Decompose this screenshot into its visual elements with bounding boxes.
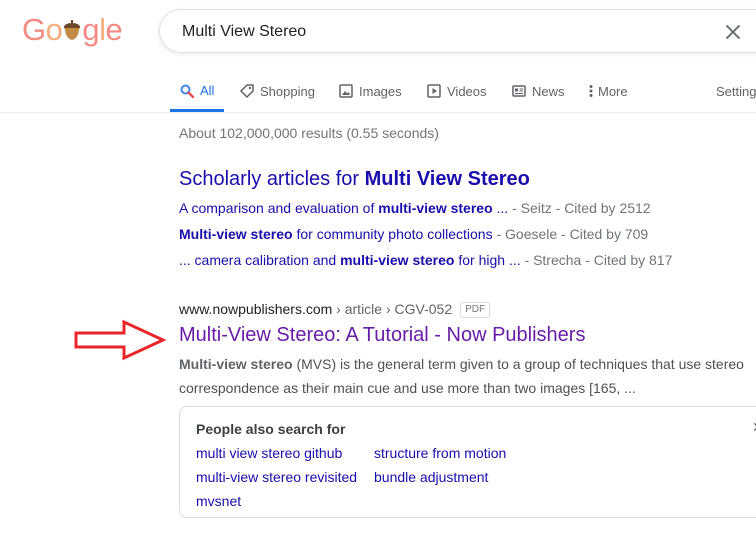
link-bold: Multi-view stereo: [179, 226, 293, 242]
people-also-search-title: People also search for: [196, 421, 346, 437]
link-text: A comparison and evaluation of: [179, 200, 379, 216]
search-input[interactable]: [180, 10, 704, 54]
tab-all[interactable]: All: [170, 72, 225, 112]
tab-label: Shopping: [260, 83, 315, 99]
red-arrow-annotation: [74, 319, 166, 361]
scholar-meta: - Strecha - Cited by 817: [520, 252, 673, 268]
result-snippet: Multi-view stereo (MVS) is the general t…: [179, 352, 749, 400]
tab-shopping[interactable]: Shopping: [240, 72, 315, 110]
related-search-link[interactable]: multi view stereo github: [196, 445, 342, 461]
news-icon: [512, 84, 526, 98]
related-search-link[interactable]: structure from motion: [374, 445, 506, 461]
snippet-bold: Multi-view stereo: [179, 356, 293, 372]
more-vert-icon: [589, 84, 593, 98]
result-domain: www.nowpublishers.com: [179, 301, 333, 317]
tab-label: Settings: [716, 83, 756, 99]
logo-letter: g: [82, 12, 100, 47]
scholar-row: A comparison and evaluation of multi-vie…: [179, 200, 651, 216]
image-icon: [339, 84, 353, 98]
scholar-title-query: Multi View Stereo: [364, 168, 530, 190]
tab-label: Images: [359, 83, 402, 99]
tab-label: More: [598, 83, 628, 99]
result-title-link[interactable]: Multi-View Stereo: A Tutorial - Now Publ…: [179, 324, 585, 347]
scholar-meta: - Seitz - Cited by 2512: [508, 200, 651, 216]
tab-news[interactable]: News: [512, 72, 565, 110]
result-stats: About 102,000,000 results (0.55 seconds): [179, 125, 439, 141]
tab-images[interactable]: Images: [339, 72, 402, 110]
link-text: ...: [492, 200, 509, 216]
related-search-link[interactable]: bundle adjustment: [374, 469, 488, 485]
related-search-link[interactable]: mvsnet: [196, 493, 241, 509]
scholar-article-link[interactable]: ... camera calibration and multi-view st…: [179, 252, 521, 268]
logo-letter: o: [45, 12, 63, 47]
scholar-article-link[interactable]: Multi-view stereo for community photo co…: [179, 226, 493, 242]
scholar-article-link[interactable]: A comparison and evaluation of multi-vie…: [179, 200, 508, 216]
clear-search-button[interactable]: [722, 21, 744, 43]
play-icon: [427, 84, 441, 98]
link-text: for community photo collections: [292, 226, 493, 242]
scholar-title-link[interactable]: Scholarly articles for Multi View Stereo: [179, 168, 530, 191]
pdf-badge: PDF: [460, 302, 491, 319]
result-path: › article › CGV-052: [332, 301, 453, 317]
tab-settings[interactable]: Settings: [716, 72, 756, 110]
search-box: [159, 9, 756, 54]
tab-more[interactable]: More: [589, 72, 628, 110]
scholar-title-prefix: Scholarly articles for: [179, 168, 365, 190]
tab-label: News: [532, 83, 565, 99]
link-text: ... camera calibration and: [179, 252, 341, 268]
people-also-search-box: People also search for ✕ multi view ster…: [179, 406, 756, 518]
close-icon: [726, 25, 740, 39]
tab-label: All: [200, 83, 215, 98]
scholar-meta: - Goesele - Cited by 709: [492, 226, 649, 242]
tab-videos[interactable]: Videos: [427, 72, 487, 110]
scholar-row: ... camera calibration and multi-view st…: [179, 252, 672, 268]
scholar-row: Multi-view stereo for community photo co…: [179, 226, 648, 242]
link-text: for high ...: [454, 252, 521, 268]
related-search-link[interactable]: multi-view stereo revisited: [196, 469, 357, 485]
close-icon[interactable]: ✕: [752, 419, 756, 436]
google-logo[interactable]: Go gle: [22, 12, 123, 48]
acorn-icon: [63, 14, 81, 40]
logo-letter: e: [105, 12, 123, 47]
link-bold: multi-view stereo: [378, 200, 493, 216]
search-icon: [180, 84, 194, 98]
tag-icon: [240, 84, 254, 98]
logo-letter: G: [22, 12, 46, 47]
tab-label: Videos: [447, 83, 487, 99]
search-tabs: All Shopping Images Videos News More Set…: [0, 72, 756, 113]
result-breadcrumb: www.nowpublishers.com › article › CGV-05…: [179, 301, 491, 319]
link-bold: multi-view stereo: [340, 252, 455, 268]
